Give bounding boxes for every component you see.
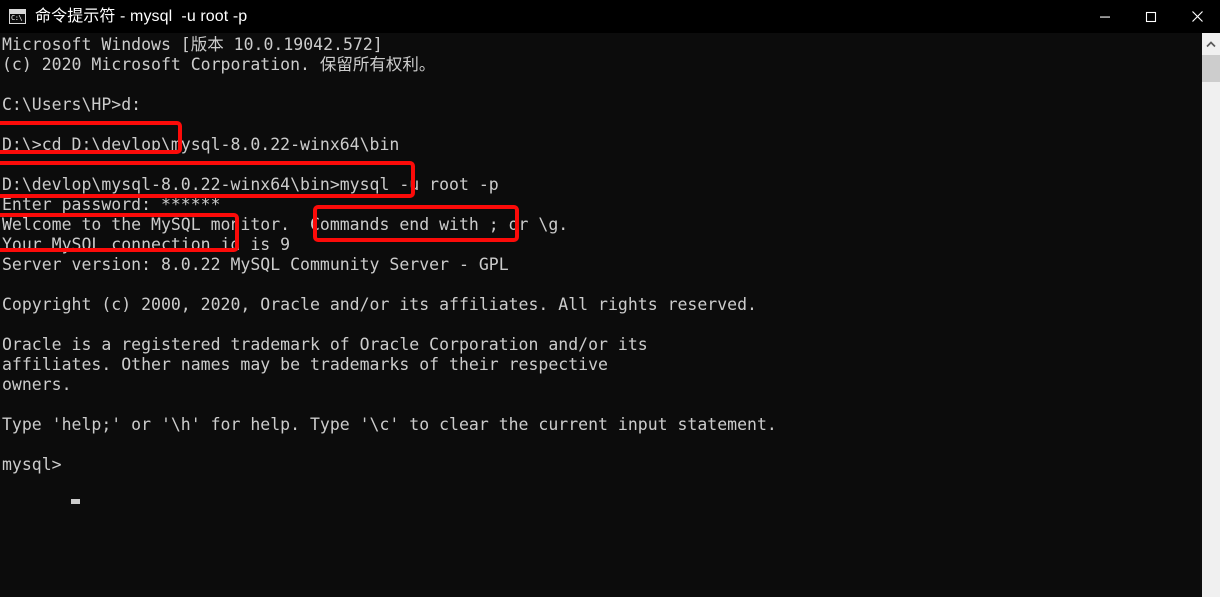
- cmd-icon: C:\: [9, 9, 26, 24]
- console-output-area[interactable]: Microsoft Windows [版本 10.0.19042.572] (c…: [0, 33, 1202, 597]
- scroll-up-button[interactable]: [1202, 33, 1220, 55]
- console-text: Microsoft Windows [版本 10.0.19042.572] (c…: [2, 35, 777, 474]
- window-title: 命令提示符 - mysql -u root -p: [35, 7, 248, 25]
- maximize-button[interactable]: [1128, 0, 1174, 33]
- cmd-icon-label: C:\: [11, 14, 23, 22]
- vertical-scrollbar[interactable]: [1202, 33, 1220, 597]
- command-prompt-window: C:\ 命令提示符 - mysql -u root -p Microsoft W…: [0, 0, 1220, 597]
- close-button[interactable]: [1174, 0, 1220, 33]
- window-controls: [1082, 0, 1220, 33]
- scrollbar-thumb[interactable]: [1202, 55, 1220, 82]
- minimize-button[interactable]: [1082, 0, 1128, 33]
- title-bar[interactable]: C:\ 命令提示符 - mysql -u root -p: [0, 0, 1220, 33]
- text-cursor: [71, 499, 80, 504]
- chevron-up-icon: [1206, 40, 1216, 47]
